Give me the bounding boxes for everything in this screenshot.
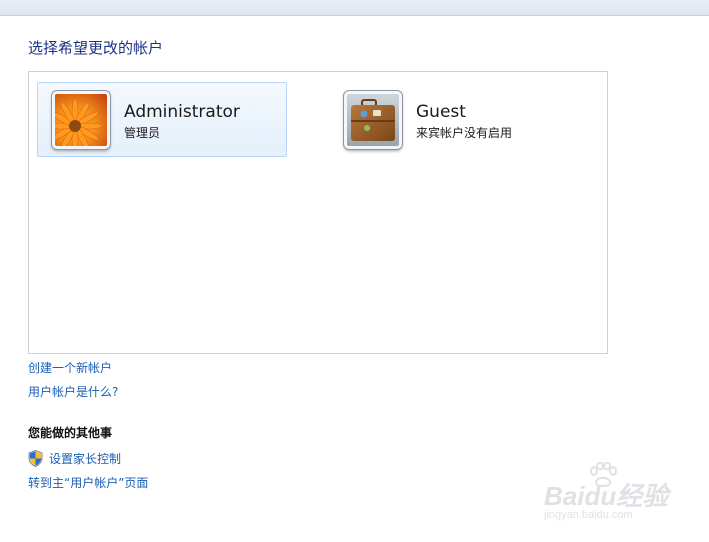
suitcase-avatar-icon: [344, 91, 402, 149]
accounts-panel: Administrator 管理员 Guest 来宾帐户没有启用: [28, 71, 608, 354]
parental-controls-link[interactable]: 设置家长控制: [28, 449, 121, 467]
other-tasks-heading: 您能做的其他事: [28, 426, 113, 440]
account-type-label: 来宾帐户没有启用: [416, 126, 513, 140]
page-title: 选择希望更改的帐户: [28, 39, 164, 57]
account-tile-administrator[interactable]: Administrator 管理员: [37, 82, 287, 157]
uac-shield-icon: [28, 449, 43, 467]
watermark-url: jingyan.baidu.com: [544, 509, 633, 521]
what-is-account-link[interactable]: 用户帐户是什么?: [28, 383, 118, 400]
watermark-logo-text: Baidu经验: [544, 481, 669, 511]
create-account-link[interactable]: 创建一个新帐户: [28, 359, 112, 376]
go-to-main-user-accounts-link[interactable]: 转到主“用户帐户”页面: [28, 474, 148, 491]
baidu-watermark: Baidu经验 jingyan.baidu.com: [540, 462, 690, 527]
account-type-label: 管理员: [124, 126, 161, 140]
account-tile-guest[interactable]: Guest 来宾帐户没有启用: [329, 82, 579, 157]
account-name: Guest: [416, 102, 466, 122]
flower-avatar-icon: [52, 91, 110, 149]
parental-controls-label: 设置家长控制: [49, 451, 122, 466]
account-name: Administrator: [124, 102, 240, 122]
window-top-bar: [0, 0, 709, 16]
